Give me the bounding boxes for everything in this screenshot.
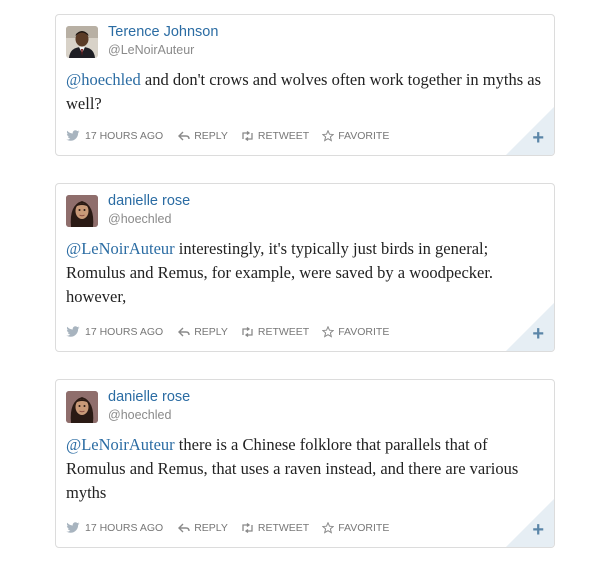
tweet-card: danielle rose @hoechled @LeNoirAuteur th… (55, 379, 555, 548)
timestamp[interactable]: 17 HOURS AGO (66, 522, 163, 534)
avatar[interactable] (66, 195, 98, 227)
timestamp-label: 17 HOURS AGO (85, 326, 164, 338)
mention-link[interactable]: @LeNoirAuteur (66, 239, 175, 258)
tweet-actions: 17 HOURS AGO REPLY RETWEET FAVORITE (66, 520, 402, 536)
bird-icon (66, 130, 80, 141)
tweet-card: Terence Johnson @LeNoirAuteur @hoechled … (55, 14, 555, 156)
reply-label: REPLY (194, 326, 228, 338)
star-icon (322, 326, 335, 338)
avatar[interactable] (66, 26, 98, 58)
favorite-label: FAVORITE (338, 326, 390, 338)
plus-icon: + (532, 519, 544, 541)
bird-icon (66, 326, 80, 337)
retweet-label: RETWEET (257, 326, 310, 338)
retweet-button[interactable]: RETWEET (241, 130, 309, 142)
mention-link[interactable]: @LeNoirAuteur (66, 435, 175, 454)
tweet-text: @LeNoirAuteur there is a Chinese folklor… (66, 433, 546, 505)
timestamp[interactable]: 17 HOURS AGO (66, 326, 163, 338)
expand-button[interactable]: + (506, 303, 554, 351)
retweet-icon (242, 327, 253, 337)
avatar[interactable] (66, 391, 98, 423)
reply-button[interactable]: REPLY (178, 522, 228, 534)
retweet-label: RETWEET (257, 522, 310, 534)
tweet-text: @hoechled and don't crows and wolves oft… (66, 68, 546, 116)
timestamp-label: 17 HOURS AGO (85, 522, 164, 534)
favorite-label: FAVORITE (338, 522, 390, 534)
plus-icon: + (532, 127, 544, 149)
tweet-actions: 17 HOURS AGO REPLY RETWEET FAVORITE (66, 128, 402, 144)
tweet-card: danielle rose @hoechled @LeNoirAuteur in… (55, 183, 555, 352)
plus-icon: + (532, 323, 544, 345)
reply-button[interactable]: REPLY (178, 326, 228, 338)
corner-fold (506, 107, 554, 155)
reply-arrow-icon (178, 131, 190, 141)
favorite-button[interactable]: FAVORITE (322, 130, 389, 142)
retweet-icon (242, 131, 253, 141)
favorite-button[interactable]: FAVORITE (322, 326, 389, 338)
star-icon (322, 130, 335, 142)
star-icon (322, 522, 335, 534)
retweet-button[interactable]: RETWEET (241, 522, 309, 534)
reply-label: REPLY (194, 130, 228, 142)
retweet-label: RETWEET (257, 130, 310, 142)
mention-link[interactable]: @hoechled (66, 70, 141, 89)
expand-button[interactable]: + (506, 499, 554, 547)
favorite-label: FAVORITE (338, 130, 390, 142)
reply-label: REPLY (194, 522, 228, 534)
user-handle[interactable]: @hoechled (108, 408, 171, 422)
tweet-text: @LeNoirAuteur interestingly, it's typica… (66, 237, 546, 309)
reply-button[interactable]: REPLY (178, 130, 228, 142)
user-name[interactable]: danielle rose (108, 193, 190, 209)
favorite-button[interactable]: FAVORITE (322, 522, 389, 534)
retweet-icon (242, 523, 253, 533)
reply-arrow-icon (178, 327, 190, 337)
tweet-actions: 17 HOURS AGO REPLY RETWEET FAVORITE (66, 324, 402, 340)
user-handle[interactable]: @LeNoirAuteur (108, 43, 194, 57)
user-name[interactable]: danielle rose (108, 389, 190, 405)
retweet-button[interactable]: RETWEET (241, 326, 309, 338)
user-name[interactable]: Terence Johnson (108, 24, 218, 40)
timestamp[interactable]: 17 HOURS AGO (66, 130, 163, 142)
corner-fold (506, 499, 554, 547)
bird-icon (66, 522, 80, 533)
user-handle[interactable]: @hoechled (108, 212, 171, 226)
corner-fold (506, 303, 554, 351)
reply-arrow-icon (178, 523, 190, 533)
expand-button[interactable]: + (506, 107, 554, 155)
timestamp-label: 17 HOURS AGO (85, 130, 164, 142)
